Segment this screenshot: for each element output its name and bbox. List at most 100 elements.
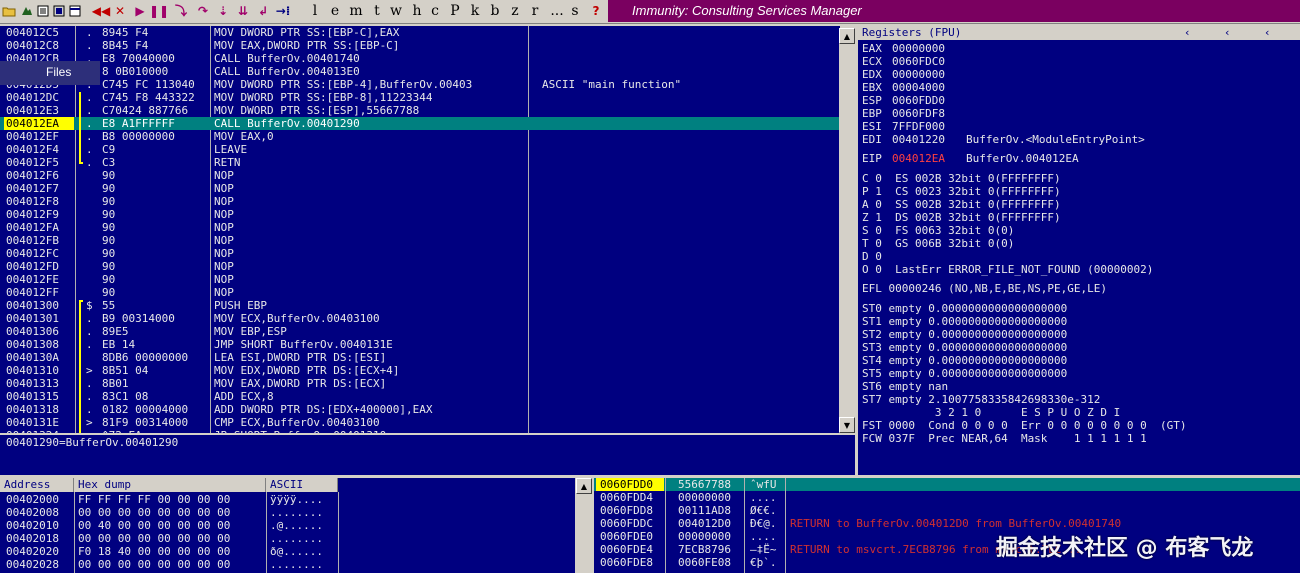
files-popup[interactable]: Files [0, 61, 100, 85]
fpu-row[interactable]: ST3 empty 0.0000000000000000000 [862, 341, 1067, 354]
disasm-row[interactable]: 00401306. 89E5 MOV EBP,ESP [0, 325, 840, 338]
fpu-row[interactable]: ST0 empty 0.0000000000000000000 [862, 302, 1067, 315]
dump-row[interactable]: 00402010 00 40 00 00 00 00 00 00 .@...... [0, 519, 575, 532]
disasm-row[interactable]: 004012FA 90 NOP [0, 221, 840, 234]
help-icon[interactable]: ? [590, 3, 602, 19]
scroll-up-icon[interactable]: ▲ [576, 478, 592, 494]
toolbar-letter-c[interactable]: c [430, 3, 440, 19]
toolbar-letter-t[interactable]: t [372, 3, 382, 19]
disasm-row[interactable]: 00401300 $55 PUSH EBP [0, 299, 840, 312]
stack-row[interactable]: 0060FDD8 00111AD8 Ø€€. [594, 504, 1300, 517]
scroll-up-icon[interactable]: ▲ [839, 28, 855, 44]
step-into-icon[interactable]: ⤵ [174, 3, 188, 19]
disasm-row[interactable]: 00401318. 0182 00004000 ADD DWORD PTR DS:[… [0, 403, 840, 416]
stack-row[interactable]: 0060FDD0 55667788 ˆwfU [594, 478, 1300, 491]
disasm-row[interactable]: 00401324. ^72 EA JB SHORT BufferOv.0040131… [0, 429, 840, 433]
flag-row[interactable]: Z 1 DS 002B 32bit 0(FFFFFFFF) [862, 211, 1061, 224]
dump-col-hex[interactable]: Hex dump [74, 478, 266, 492]
registers-header[interactable]: Registers (FPU) ‹ ‹ ‹ [858, 26, 1300, 40]
toolbar-letter-l[interactable]: l [310, 3, 320, 19]
stack-row[interactable]: 0060FDD4 00000000.... [594, 491, 1300, 504]
disasm-row[interactable]: 00401310 >8B51 04 MOV EDX,DWORD PTR DS:[EC… [0, 364, 840, 377]
disasm-row[interactable]: 004012FD 90 NOP [0, 260, 840, 273]
fpu-row[interactable]: ST6 empty nan [862, 380, 948, 393]
fpu-row[interactable]: ST1 empty 0.0000000000000000000 [862, 315, 1067, 328]
fpu-row[interactable]: ST7 empty 2.1007758335842698330e-312 [862, 393, 1100, 406]
step-over-icon[interactable]: ↷ [196, 3, 210, 19]
disasm-row[interactable]: 004012DC. C745 F8 443322 MOV DWORD PTR SS:… [0, 91, 840, 104]
toolbar-letter-e[interactable]: e [330, 3, 340, 19]
disasm-row[interactable]: 00401313. 8B01 MOV EAX,DWORD PTR DS:[ECX] [0, 377, 840, 390]
scroll-down-icon[interactable]: ▼ [839, 417, 855, 433]
disasm-row[interactable]: 004012C5. 8945 F4 MOV DWORD PTR SS:[EBP-C]… [0, 26, 840, 39]
dump-col-ascii[interactable]: ASCII [266, 478, 338, 492]
disasm-row[interactable]: 004012FE 90 NOP [0, 273, 840, 286]
disasm-row[interactable]: 004012FF 90 NOP [0, 286, 840, 299]
flag-row[interactable]: T 0 GS 006B 32bit 0(0) [862, 237, 1014, 250]
dump-row[interactable]: 00402018 00 00 00 00 00 00 00 00........ [0, 532, 575, 545]
toolbar-letter-h[interactable]: h [412, 3, 422, 19]
execute-till-return-icon[interactable]: ↲ [256, 3, 270, 19]
disasm-row[interactable]: 004012CB. E8 70040000 CALL BufferOv.004017… [0, 52, 840, 65]
toolbar-letter-r[interactable]: r [530, 3, 540, 19]
open-folder-icon[interactable] [2, 3, 16, 19]
fpu-row[interactable]: ST4 empty 0.0000000000000000000 [862, 354, 1067, 367]
toolbar-letter-w[interactable]: w [390, 3, 402, 19]
disasm-row[interactable]: 004012D5.C745 FC 113040MOV DWORD PTR SS:… [0, 78, 840, 91]
fst-row[interactable]: FST 0000 Cond 0 0 0 0 Err 0 0 0 0 0 0 0 … [862, 419, 1187, 432]
prev-view-icon[interactable]: ‹ [1264, 26, 1271, 40]
disassembly-pane[interactable]: 004012C5. 8945 F4 MOV DWORD PTR SS:[EBP-C]… [0, 26, 840, 433]
disasm-row[interactable]: 004012C8. 8B45 F4 MOV EAX,DWORD PTR SS:[EB… [0, 39, 840, 52]
flag-row[interactable]: S 0 FS 0063 32bit 0(0) [862, 224, 1014, 237]
eflags-row[interactable]: EFL 00000246 (NO,NB,E,BE,NS,PE,GE,LE) [862, 282, 1107, 295]
disasm-row[interactable]: 004012E3. C70424 887766 MOV DWORD PTR SS:[… [0, 104, 840, 117]
disasm-row[interactable]: 004012D0.8 0B010000CALL BufferOv.004013E… [0, 65, 840, 78]
fpu-row[interactable]: ST5 empty 0.0000000000000000000 [862, 367, 1067, 380]
go-to-address-icon[interactable]: →⁞ [276, 3, 291, 19]
dump-row[interactable]: 00402008 00 00 00 00 00 00 00 00........ [0, 506, 575, 519]
toolbar-letter-more[interactable]: ... [548, 3, 566, 19]
dump-pane[interactable]: Address Hex dump ASCII 00402000 FF FF FF … [0, 478, 575, 573]
dump-scrollbar[interactable]: ▲ [576, 478, 592, 573]
flag-row[interactable]: C 0 ES 002B 32bit 0(FFFFFFFF) [862, 172, 1061, 185]
dump-row[interactable]: 00402028 00 00 00 00 00 00 00 00........ [0, 558, 575, 571]
prev-view-icon[interactable]: ‹ [1224, 26, 1231, 40]
disasm-row[interactable]: 004012FC 90 NOP [0, 247, 840, 260]
dump-row[interactable]: 00402000 FF FF FF FF 00 00 00 00 ÿÿÿÿ.... [0, 493, 575, 506]
trace-over-icon[interactable]: ⇊ [236, 3, 250, 19]
dump-row[interactable]: 00402020 F0 18 40 00 00 00 00 00 ð@...... [0, 545, 575, 558]
toolbar-letter-p[interactable]: P [450, 3, 460, 19]
stack-row[interactable]: 0060FDDC 004012D0 Ð€@. RETURN to BufferOv.0… [594, 517, 1300, 530]
disasm-row[interactable]: 0040131E >81F9 00314000 CMP ECX,BufferOv.0… [0, 416, 840, 429]
disasm-row[interactable]: 0040130A 8DB6 00000000 LEA ESI,DWORD PTR D… [0, 351, 840, 364]
log-window-icon[interactable] [36, 3, 50, 19]
dump-col-address[interactable]: Address [0, 478, 74, 492]
fcw-row[interactable]: FCW 037F Prec NEAR,64 Mask 1 1 1 1 1 1 [862, 432, 1147, 445]
disasm-row[interactable]: 00401308. EB 14 JMP SHORT BufferOv.0040131… [0, 338, 840, 351]
toolbar-letter-s[interactable]: s [570, 3, 580, 19]
disasm-row[interactable]: 004012F5. C3 RETN [0, 156, 840, 169]
disasm-row[interactable]: 004012F4. C9 LEAVE [0, 143, 840, 156]
disasm-row[interactable]: 004012F6 90 NOP [0, 169, 840, 182]
disasm-row[interactable]: 004012EA. E8 A1FFFFFF CALL BufferOv.004012… [0, 117, 840, 130]
prev-view-icon[interactable]: ‹ [1184, 26, 1191, 40]
toolbar-letter-k[interactable]: k [470, 3, 480, 19]
disasm-row[interactable]: 00401315. 83C1 08 ADD ECX,8 [0, 390, 840, 403]
run-icon[interactable]: ▶ [134, 3, 146, 19]
pause-icon[interactable]: ❚❚ [149, 3, 169, 19]
registers-pane[interactable]: Registers (FPU) ‹ ‹ ‹ EAX 00000000 ECX 0060… [858, 26, 1300, 475]
flag-row[interactable]: D 0 [862, 250, 882, 263]
flag-row[interactable]: A 0 SS 002B 32bit 0(FFFFFFFF) [862, 198, 1061, 211]
rewind-icon[interactable]: ◀◀ [92, 3, 110, 19]
disasm-row[interactable]: 00401301. B9 00314000 MOV ECX,BufferOv.004… [0, 312, 840, 325]
disasm-row[interactable]: 004012F9 90 NOP [0, 208, 840, 221]
disasm-row[interactable]: 004012F8 90 NOP [0, 195, 840, 208]
fpu-row[interactable]: ST2 empty 0.0000000000000000000 [862, 328, 1067, 341]
disasm-row[interactable]: 004012F7 90 NOP [0, 182, 840, 195]
disasm-row[interactable]: 004012FB 90 NOP [0, 234, 840, 247]
close-program-icon[interactable]: ✕ [114, 3, 126, 19]
trace-into-icon[interactable]: ⇣ [216, 3, 230, 19]
disassembly-scrollbar[interactable]: ▲ ▼ [839, 28, 855, 433]
python-shell-icon[interactable] [20, 3, 34, 19]
threads-icon[interactable] [68, 3, 82, 19]
